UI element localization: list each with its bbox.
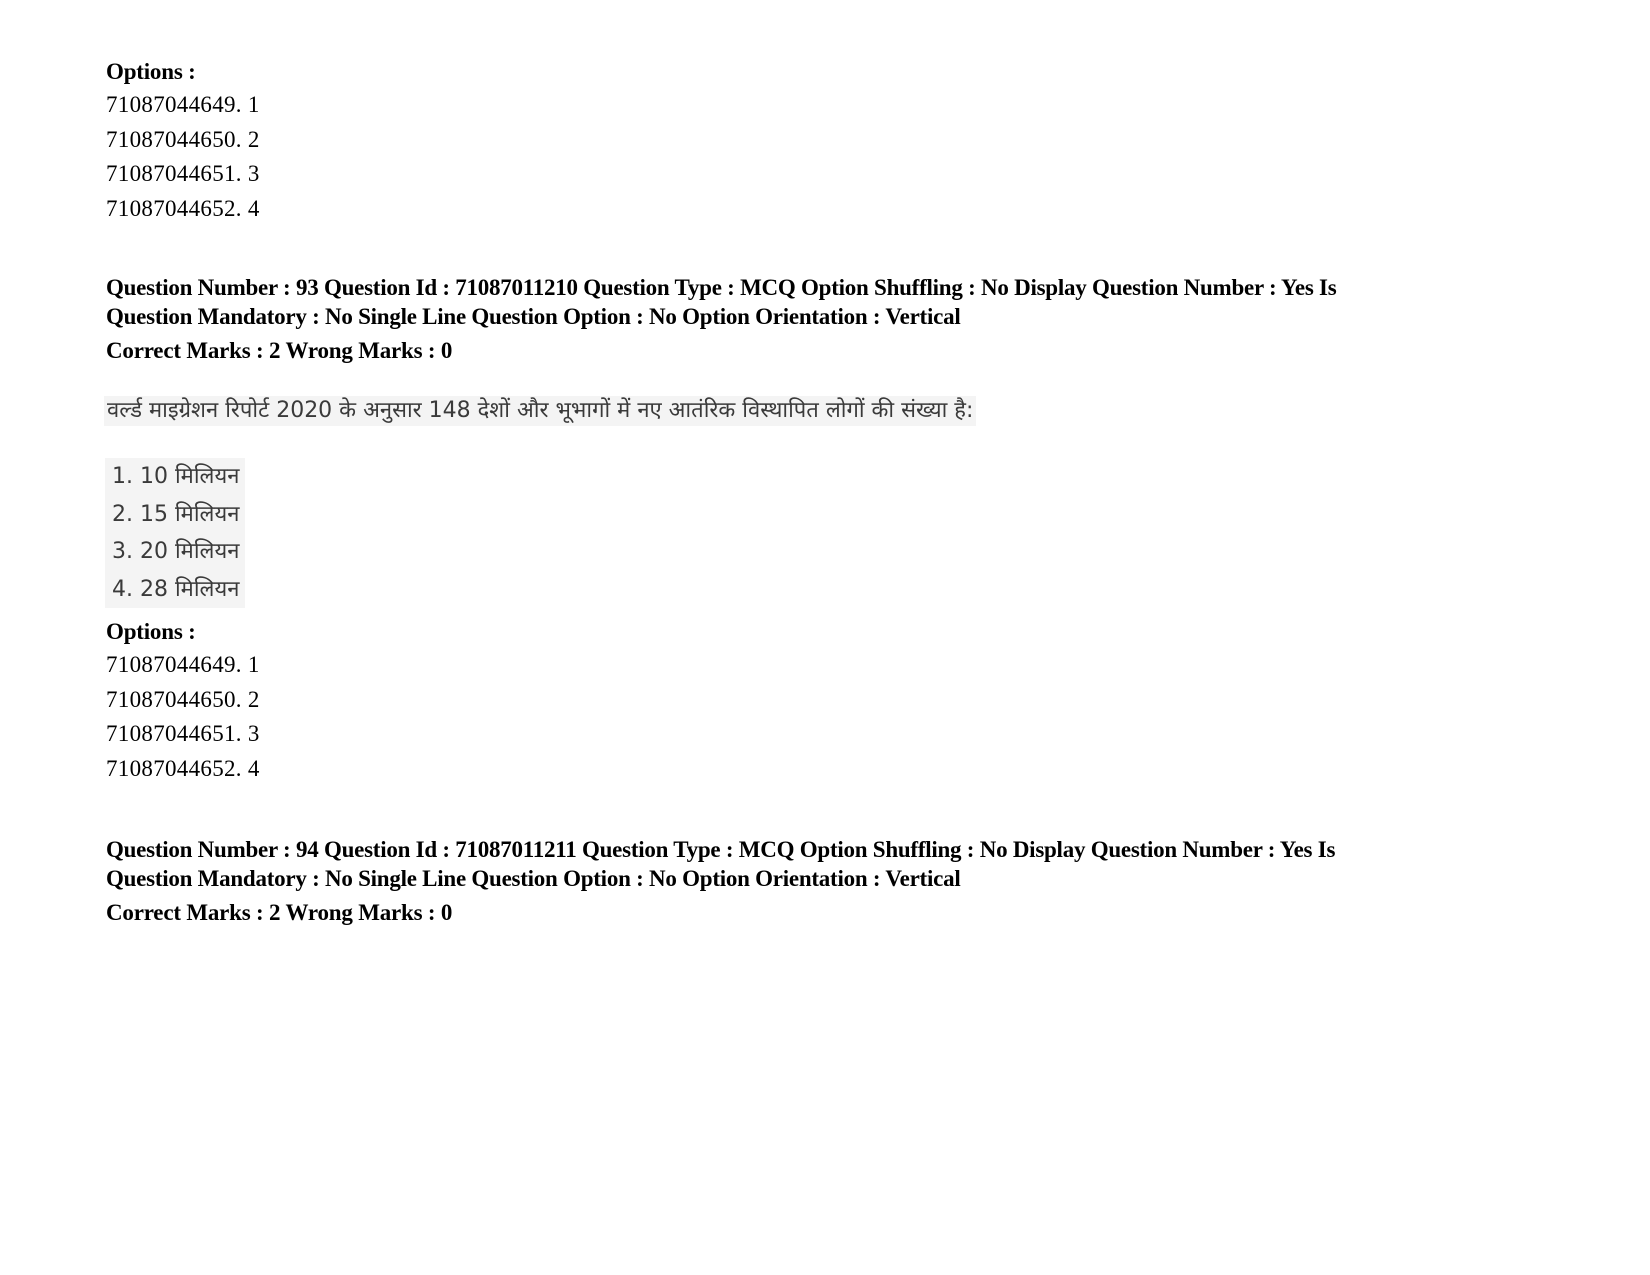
question-93-options: Options : 71087044649. 1 71087044650. 2 … [106,617,260,786]
options-label: Options : [106,59,196,84]
question-meta-line-1: Question Number : 93 Question Id : 71087… [106,275,1337,300]
option-item: 71087044652. 4 [106,755,260,781]
question-94-marks: Correct Marks : 2 Wrong Marks : 0 [106,900,453,925]
choice-item: 1. 10 मिलियन [112,464,240,489]
option-item: 71087044649. 1 [106,652,260,677]
question-meta-line-2: Question Mandatory : No Single Line Ques… [106,304,961,329]
prev-question-options: Options : 71087044649. 1 71087044650. 2 … [106,57,260,226]
choice-item: 3. 20 मिलियन [112,539,240,564]
option-item: 71087044650. 2 [106,126,260,152]
option-item: 71087044650. 2 [106,686,260,712]
options-label: Options : [106,619,196,644]
question-meta-line-2: Question Mandatory : No Single Line Ques… [106,866,961,891]
question-93-text: वर्ल्ड माइग्रेशन रिपोर्ट 2020 के अनुसार … [104,396,977,426]
choice-item: 2. 15 मिलियन [112,501,240,527]
option-item: 71087044652. 4 [106,195,260,221]
choice-item: 4. 28 मिलियन [112,576,240,602]
question-93-marks: Correct Marks : 2 Wrong Marks : 0 [106,338,453,363]
option-item: 71087044651. 3 [106,161,260,186]
question-94-meta: Question Number : 94 Question Id : 71087… [106,835,1526,893]
question-93-meta: Question Number : 93 Question Id : 71087… [106,273,1526,331]
option-item: 71087044649. 1 [106,92,260,117]
question-93-choices: 1. 10 मिलियन 2. 15 मिलियन 3. 20 मिलियन 4… [105,458,246,608]
option-item: 71087044651. 3 [106,721,260,746]
question-meta-line-1: Question Number : 94 Question Id : 71087… [106,837,1336,862]
